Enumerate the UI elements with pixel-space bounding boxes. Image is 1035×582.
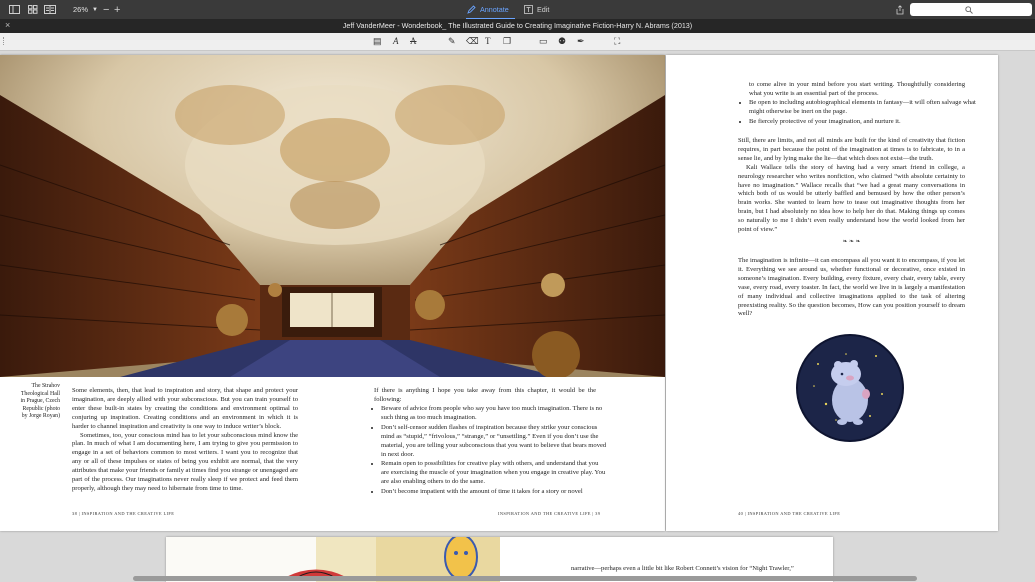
zoom-in-button[interactable]: +: [114, 0, 120, 19]
list-item: Be open to including autobiographical el…: [749, 99, 976, 117]
search-input[interactable]: [910, 3, 1032, 16]
list-item: Remain open to possibilities for creativ…: [381, 460, 607, 487]
top-toolbar: 26% ▼ − + Annotate Edit: [0, 0, 1035, 19]
text-icon[interactable]: T: [485, 36, 491, 46]
zoom-out-icon: −: [103, 3, 110, 16]
zoom-value: 26%: [73, 5, 89, 14]
eraser-icon[interactable]: ⌫: [466, 36, 479, 47]
left-text-column: Some elements, then, that lead to inspir…: [72, 387, 298, 494]
zoom-in-icon: +: [114, 3, 121, 16]
bullet-continuation: to come alive in your mind before you st…: [749, 81, 965, 97]
document-titlebar: × Jeff VanderMeer - Wonderbook_ The Illu…: [0, 19, 1035, 33]
takeaway-list: Beware of advice from people who say you…: [370, 405, 607, 498]
document-title: Jeff VanderMeer - Wonderbook_ The Illust…: [342, 21, 693, 30]
scrollbar-thumb[interactable]: [133, 576, 917, 581]
list-item: Don’t self-censor sudden flashes of insp…: [381, 424, 607, 460]
share-button[interactable]: [896, 0, 904, 19]
right-text-block-2: The imagination is infinite—it can encom…: [738, 257, 965, 318]
comment-icon[interactable]: ▭: [539, 36, 548, 47]
page-footer-right: 40 | INSPIRATION AND THE CREATIVE LIFE: [738, 511, 841, 516]
edit-tab[interactable]: Edit: [524, 0, 549, 19]
annotate-icon: [467, 5, 476, 14]
right-text-block: Still, there are limits, and not all min…: [738, 137, 965, 235]
next-page-text: narrative—perhaps even a little bit like…: [571, 565, 794, 572]
sidebar-icon: [9, 5, 20, 14]
annotate-tab[interactable]: Annotate: [467, 0, 509, 19]
list-item: Beware of advice from people who say you…: [381, 405, 607, 423]
strikethrough-icon[interactable]: A: [410, 36, 417, 46]
library-photo: [0, 55, 665, 377]
paragraph: Some elements, then, that lead to inspir…: [72, 387, 298, 430]
paragraph: Still, there are limits, and not all min…: [738, 137, 965, 162]
thumbnail-view-button[interactable]: [28, 0, 38, 19]
layout-icon: [44, 5, 56, 14]
text-style-icon[interactable]: A: [393, 36, 399, 46]
bear-illustration: [796, 334, 904, 442]
sidebar-toggle-button[interactable]: [9, 0, 20, 19]
stamp-icon[interactable]: ⚉: [558, 36, 566, 47]
text-box-icon[interactable]: ▤: [373, 36, 382, 47]
page-40: to come alive in your mind before you st…: [666, 55, 998, 531]
zoom-out-button[interactable]: −: [103, 0, 109, 19]
share-icon: [896, 4, 904, 14]
edit-label: Edit: [537, 5, 550, 14]
paragraph: If there is anything I hope you take awa…: [374, 387, 596, 403]
annotation-toolbar: ▤ A A ✎ ⌫ T ❐ ▭ ⚉ ✒ ⛶: [0, 33, 1035, 51]
annotate-label: Annotate: [480, 5, 509, 14]
photo-caption: The Strahov Theological Hall in Prague, …: [20, 383, 60, 420]
page-layout-button[interactable]: [44, 0, 56, 19]
drag-handle[interactable]: [3, 37, 6, 45]
zoom-select[interactable]: 26% ▼: [73, 0, 98, 19]
signature-icon[interactable]: ✒: [577, 36, 585, 47]
search-icon: [965, 5, 973, 14]
crop-icon[interactable]: ⛶: [614, 36, 620, 47]
right-bullet-list: Be open to including autobiographical el…: [738, 99, 976, 128]
paragraph: Kali Wallace tells the story of having h…: [738, 163, 965, 234]
page-spread-38-39: The Strahov Theological Hall in Prague, …: [0, 55, 665, 531]
list-item: Be fiercely protective of your imaginati…: [749, 118, 976, 127]
list-item: Don’t become impatient with the amount o…: [381, 488, 607, 497]
middle-text-column: If there is anything I hope you take awa…: [374, 387, 596, 405]
pen-icon[interactable]: ✎: [448, 36, 456, 47]
chevron-down-icon: ▼: [92, 6, 98, 13]
paragraph: Sometimes, too, your conscious mind has …: [72, 431, 298, 492]
edit-icon: [524, 5, 533, 14]
page-footer-left: 38 | INSPIRATION AND THE CREATIVE LIFE: [72, 511, 175, 516]
page-footer-middle: INSPIRATION AND THE CREATIVE LIFE | 39: [498, 511, 601, 516]
shapes-icon[interactable]: ❐: [503, 36, 511, 47]
grid-icon: [28, 5, 38, 14]
section-ornament: ❧ ❧ ❧: [842, 239, 861, 245]
